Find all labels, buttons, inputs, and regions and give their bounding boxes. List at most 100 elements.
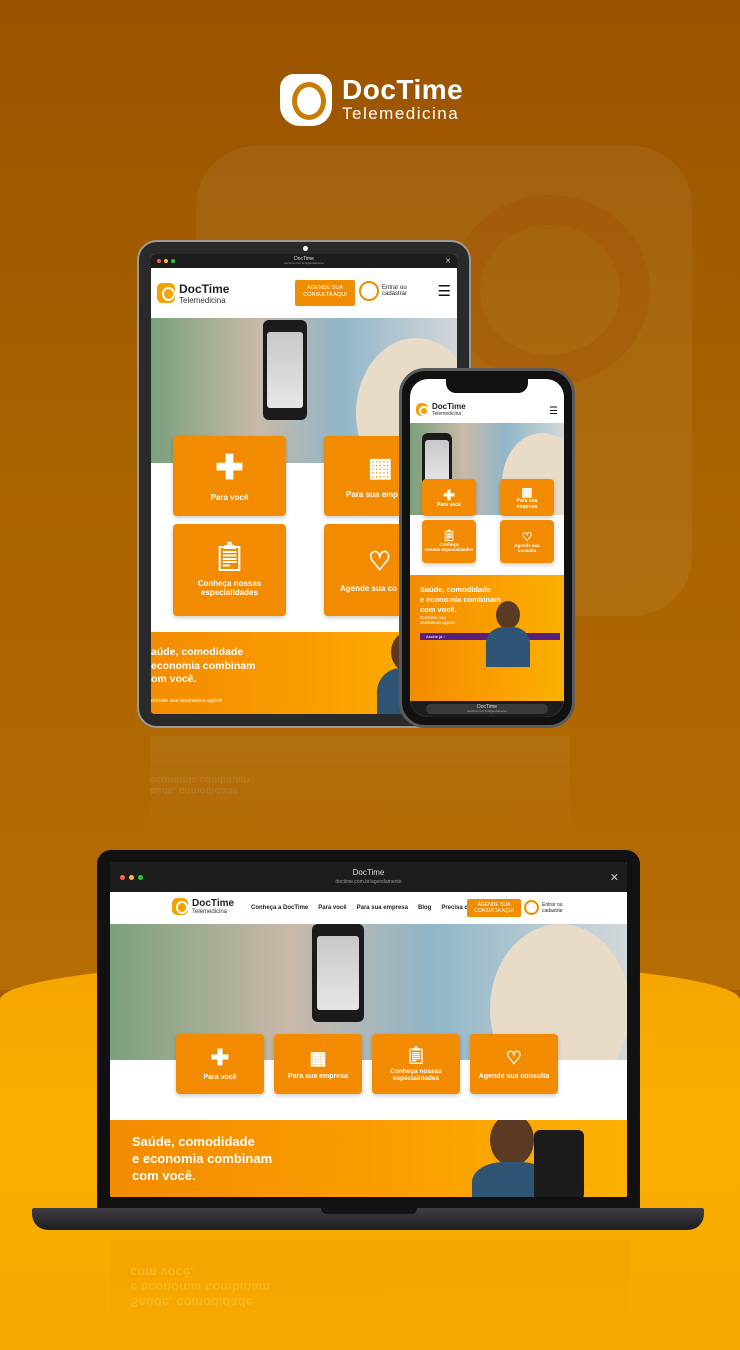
building-icon: ▦: [309, 1047, 327, 1068]
account-link[interactable]: Entrar ou cadastrar: [524, 900, 563, 915]
card-label-2: especialidades: [201, 588, 258, 597]
phone-brand-tagline: Telemedicina: [432, 411, 462, 417]
nav-para-empresa[interactable]: Para sua empresa: [357, 905, 408, 911]
smiling-man: [496, 601, 520, 629]
nav-conheca[interactable]: Conheça a DocTime: [251, 905, 308, 911]
card-label-2: consulta: [517, 547, 537, 553]
maximize-dot[interactable]: [138, 874, 143, 880]
logo-badge-icon: [157, 283, 175, 303]
clipboard-icon: 📋︎: [405, 1045, 427, 1065]
laptop-device: DocTime doctime.com.br/agendamento ✕ DocT…: [97, 850, 640, 1212]
card-especialidades[interactable]: 📋︎ Conheça nossas especialidades: [173, 524, 286, 616]
minimize-dot[interactable]: [164, 259, 168, 263]
logo-badge-icon: [172, 898, 188, 915]
laptop-brand-tagline: Telemedicina: [192, 909, 228, 915]
card-para-voce[interactable]: ✚ Para você: [173, 436, 286, 516]
close-dot[interactable]: [157, 259, 161, 263]
phone-card-especialidades[interactable]: 📋︎ Conheça nossas especialidades: [422, 520, 476, 563]
cta-line2: CONSULTA AQUI: [303, 291, 347, 298]
main-nav: Conheça a DocTime Para você Para sua emp…: [251, 905, 489, 911]
stethoscope-icon: [280, 74, 332, 126]
heart-plus-icon: ♡: [521, 529, 533, 544]
phone-promo-subtitle: Contrate sua assinatura agora!: [420, 615, 455, 625]
user-icon: [524, 900, 539, 915]
devices-reflection: aúde, comodidade economia combinam: [150, 736, 570, 836]
heart-plus-icon: ♡: [505, 1047, 523, 1068]
phone-bar-url: doctime.com.br/agendamento: [467, 709, 507, 714]
card-label-2: especialidades: [392, 1074, 440, 1082]
card-label-2: nossas especialidades: [424, 547, 474, 552]
minimize-dot[interactable]: [129, 874, 134, 880]
close-icon[interactable]: ✕: [610, 871, 619, 884]
clipboard-icon: 📋︎: [211, 541, 248, 572]
laptop-card-especialidades[interactable]: 📋︎ Conheça nossas especialidades: [372, 1034, 460, 1094]
cross-icon: ✚: [215, 448, 244, 487]
laptop-brand-name: DocTime: [192, 898, 235, 909]
card-label-2: empresa: [516, 503, 538, 510]
card-label: Para sua empresa: [288, 1072, 348, 1080]
doctor-video-phone: [534, 1130, 584, 1197]
laptop-promo-banner: Saúde, comodidade e economia combinam com …: [110, 1120, 627, 1197]
laptop-promo-title: Saúde, comodidade e economia combinam com …: [132, 1134, 273, 1183]
header-logo[interactable]: DocTime Telemedicina: [157, 282, 229, 305]
account-line1: Entrar ou: [542, 901, 563, 908]
cross-icon: ✚: [210, 1045, 230, 1070]
phone-promo-banner: Saúde, comodidade e economia combinam com …: [410, 575, 564, 703]
close-icon[interactable]: ✕: [445, 257, 451, 265]
nav-blog[interactable]: Blog: [418, 905, 431, 911]
account-link[interactable]: Entrar ou cadastrar: [359, 281, 407, 301]
man-shirt: [486, 627, 530, 667]
phone-card-para-sua-empresa[interactable]: ▦ Para sua empresa: [500, 479, 554, 516]
user-icon: [359, 281, 379, 301]
doctor-video-phone: [312, 924, 364, 1022]
phone-card-para-voce[interactable]: ✚ Para você: [422, 479, 476, 516]
brand-logo: DocTime Telemedicina: [280, 74, 463, 126]
phone-browser-bar: DocTime doctime.com.br/agendamento: [410, 701, 564, 717]
laptop-notch: [321, 1208, 417, 1214]
phone-card-agende-consulta[interactable]: ♡ Agende sua consulta: [500, 520, 554, 563]
cta-line2: CONSULTA AQUI: [474, 908, 514, 914]
card-label: Agende sua co: [340, 583, 397, 593]
header-brand-name: DocTime: [179, 281, 230, 296]
smiling-man: [490, 1120, 534, 1166]
card-label: Conheça nossas: [197, 579, 262, 588]
schedule-cta-button[interactable]: AGENDE SUA CONSULTA AQUI: [467, 899, 521, 917]
laptop-card-para-voce[interactable]: ✚ Para você: [176, 1034, 264, 1094]
doctor-video-phone: [263, 320, 307, 420]
building-icon: ▦: [521, 484, 533, 499]
card-label: Para sua emp: [346, 489, 399, 499]
laptop-reflection: Saúde, comodidade e economia combinam com …: [110, 1240, 630, 1330]
phone-device: DocTime Telemedicina ☰ ✚ Para você ▦ Para…: [399, 368, 575, 728]
brand-name: DocTime: [342, 74, 464, 105]
card-label: Para você: [210, 492, 249, 502]
card-label: Para você: [203, 1074, 237, 1081]
laptop-header: DocTime Telemedicina Conheça a DocTime Pa…: [110, 892, 627, 924]
schedule-cta-button[interactable]: AGENDE SUA CONSULTA AQUI: [295, 280, 355, 306]
laptop-window-bar: DocTime doctime.com.br/agendamento ✕: [110, 862, 627, 892]
window-url: doctime.com.br/agendamento: [284, 261, 324, 266]
phone-notch: [446, 377, 528, 393]
tablet-header: DocTime Telemedicina AGENDE SUA CONSULTA …: [151, 268, 457, 318]
tablet-camera: [303, 246, 308, 251]
phone-header-logo[interactable]: DocTime Telemedicina: [416, 402, 466, 417]
tablet-window-bar: DocTime doctime.com.br/agendamento ✕: [151, 254, 457, 268]
laptop-header-logo[interactable]: DocTime Telemedicina: [172, 898, 234, 915]
hamburger-icon[interactable]: ☰: [438, 282, 451, 300]
header-brand-tagline: Telemedicina: [179, 295, 226, 305]
account-line2: cadastrar: [382, 291, 408, 297]
laptop-card-para-sua-empresa[interactable]: ▦ Para sua empresa: [274, 1034, 362, 1094]
heart-plus-icon: ♡: [368, 545, 392, 576]
close-dot[interactable]: [120, 874, 125, 880]
promo-title: aúde, comodidade economia combinam om você…: [151, 646, 256, 686]
building-icon: ▦: [368, 451, 393, 482]
phone-screen: DocTime Telemedicina ☰ ✚ Para você ▦ Para…: [410, 379, 564, 717]
window-title: DocTime: [352, 867, 385, 877]
phone-url-box[interactable]: DocTime doctime.com.br/agendamento: [426, 704, 548, 714]
laptop-card-agende-consulta[interactable]: ♡ Agende sua consulta: [470, 1034, 558, 1094]
brand-tagline: Telemedicina: [342, 104, 460, 123]
reflection-text: aúde, comodidade economia combinam: [150, 774, 250, 796]
maximize-dot[interactable]: [171, 259, 175, 263]
hamburger-icon[interactable]: ☰: [549, 406, 558, 417]
phone-promo-title: Saúde, comodidade e economia combinam com …: [420, 585, 501, 614]
nav-para-voce[interactable]: Para você: [318, 905, 346, 911]
